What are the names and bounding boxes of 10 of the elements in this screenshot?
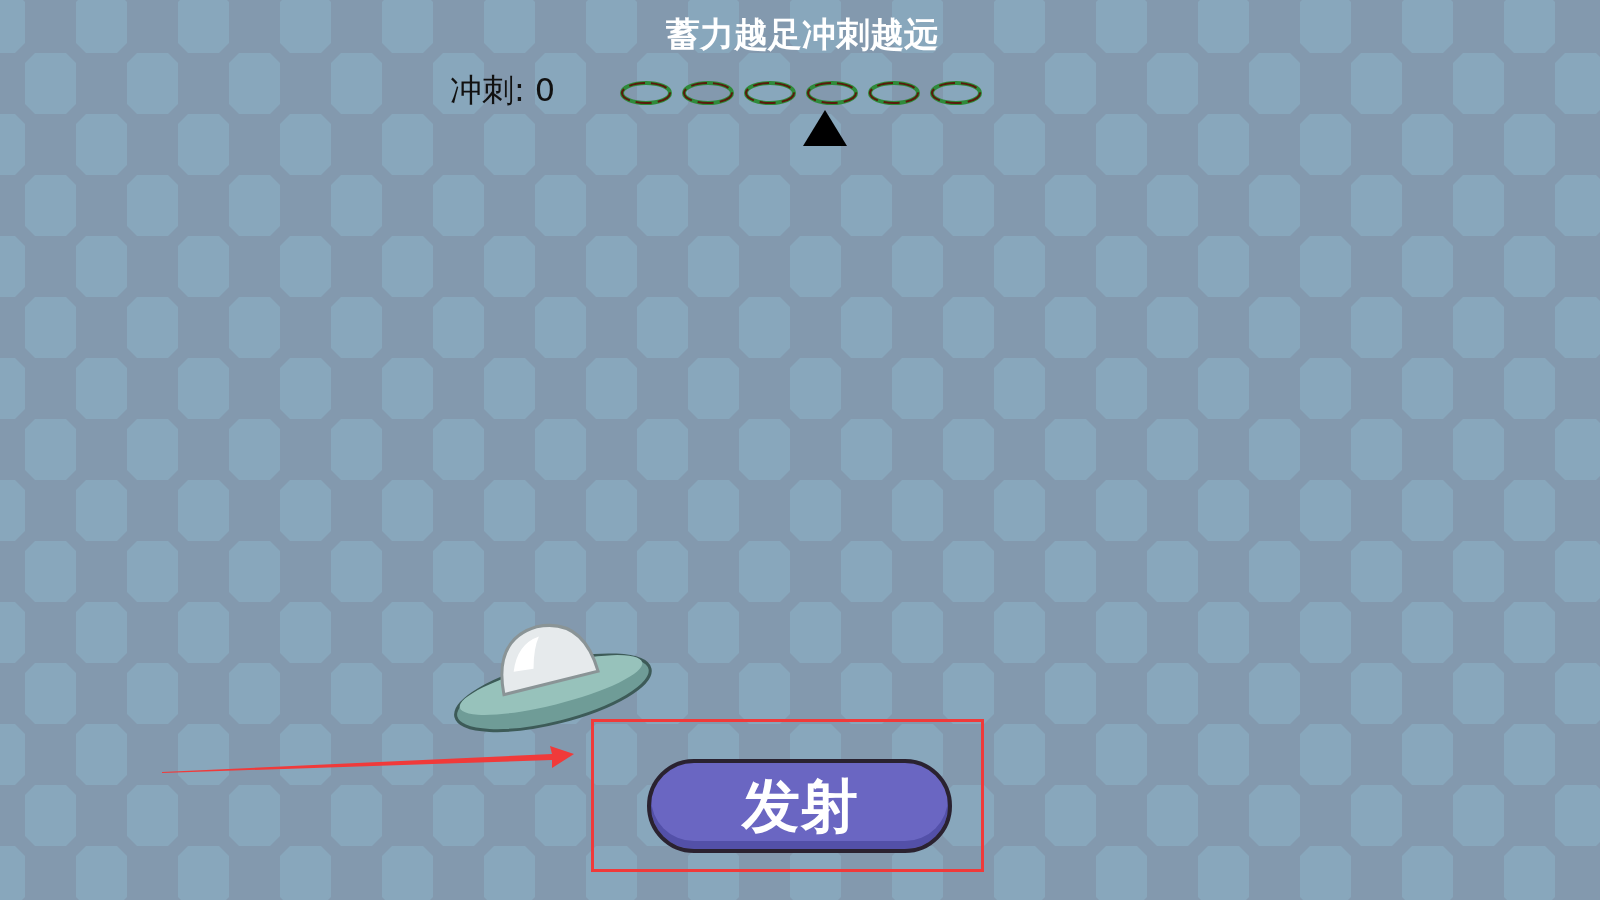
power-ring-icon	[868, 80, 920, 106]
power-ring-icon	[682, 80, 734, 106]
launch-button[interactable]: 发射	[647, 759, 952, 853]
power-ring-icon	[620, 80, 672, 106]
power-ring-icon	[744, 80, 796, 106]
power-ring-icon	[806, 80, 858, 106]
power-ring-icon	[930, 80, 982, 106]
dash-label: 冲刺:	[450, 70, 525, 110]
hint-title: 蓄力越足冲刺越远	[666, 13, 938, 56]
dash-value: 0	[534, 70, 556, 110]
